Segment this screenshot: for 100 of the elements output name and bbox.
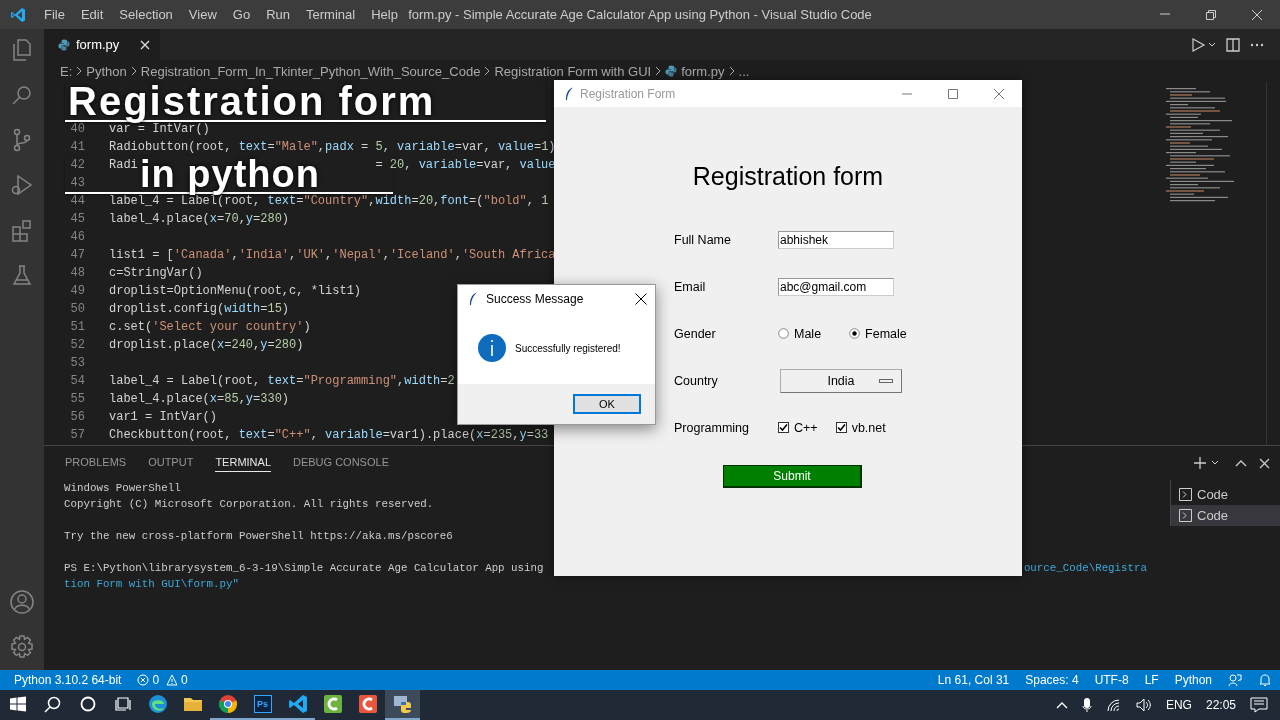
checkbox[interactable] [778, 422, 789, 433]
menu-item[interactable]: Selection [111, 0, 181, 29]
terminal-text: tion Form with GUI\form.py" [64, 577, 239, 592]
menu-item[interactable]: Go [224, 0, 259, 29]
menu-item[interactable]: Help [363, 0, 406, 29]
start-icon[interactable] [8, 696, 27, 712]
ok-button[interactable]: OK [573, 394, 641, 414]
search-icon[interactable] [44, 695, 61, 713]
run-debug-icon[interactable] [10, 173, 34, 197]
submit-button[interactable]: Submit [723, 465, 862, 488]
status-item[interactable]: Spaces: 4 [1025, 673, 1079, 687]
browser-icon[interactable] [217, 694, 238, 714]
breadcrumb-item[interactable]: ... [738, 63, 750, 79]
code-line: droplist.config(width=15) [109, 301, 290, 318]
field-label: Gender [674, 326, 717, 341]
warning-count[interactable]: 0 [181, 673, 188, 687]
feather-icon [564, 86, 574, 101]
line-number: 46 [69, 229, 86, 246]
python-app-icon[interactable] [392, 694, 413, 714]
network-icon[interactable] [1105, 698, 1122, 712]
checkbox[interactable] [835, 422, 847, 433]
menu-item[interactable]: View [180, 0, 225, 29]
text-field[interactable]: abc@gmail.com [778, 277, 894, 296]
breadcrumb-item[interactable]: Python [86, 63, 127, 79]
folder-icon[interactable] [182, 695, 203, 713]
breadcrumb-item[interactable]: Registration_Form_In_Tkinter_Python_With_Source_Code [140, 63, 481, 79]
code-editor-icon[interactable] [287, 694, 308, 714]
menu-item[interactable]: Edit [72, 0, 112, 29]
info-icon [478, 334, 506, 362]
panel-tab[interactable]: DEBUG CONSOLE [293, 446, 389, 472]
extensions-icon[interactable] [10, 218, 34, 242]
line-number: 51 [69, 319, 86, 336]
status-item[interactable]: UTF-8 [1094, 673, 1129, 687]
panel-tab[interactable]: OUTPUT [148, 446, 194, 472]
status-item[interactable]: Python [1174, 673, 1212, 687]
terminal-icon [1179, 509, 1192, 522]
python-file-icon [665, 65, 678, 77]
line-number: 42 [69, 157, 86, 174]
settings-icon[interactable] [9, 634, 35, 660]
browser-icon[interactable] [147, 694, 168, 714]
app-icon[interactable] [357, 694, 378, 714]
code-line: Checkbutton(root, text="C++", variable=var1).place(x=235,y=33 [109, 427, 549, 444]
option-label[interactable]: C++ [794, 420, 818, 435]
chevron-down-icon[interactable] [1208, 41, 1216, 48]
line-number: 55 [69, 391, 86, 408]
breadcrumb-item[interactable]: form.py [681, 63, 725, 79]
notification-bell-icon[interactable] [1258, 673, 1272, 687]
task-view-icon[interactable] [114, 696, 131, 712]
run-icon[interactable] [1190, 36, 1206, 53]
cortana-icon[interactable] [79, 696, 96, 712]
option-label[interactable]: Female [865, 326, 907, 341]
country-dropdown[interactable]: India [780, 368, 902, 393]
code-line: label_4 = Label(root, text="Programming",width=2 [109, 373, 455, 390]
menu-item[interactable]: File [36, 0, 73, 29]
chevron-down-icon[interactable] [1211, 460, 1219, 466]
microphone-icon[interactable] [1081, 697, 1092, 713]
terminal-icon [1179, 488, 1192, 501]
more-icon[interactable] [1250, 42, 1264, 47]
terminal-session[interactable]: Code [1171, 505, 1280, 526]
interpreter-status[interactable]: Python 3.10.2 64-bit [14, 673, 122, 687]
text-field[interactable]: abhishek [778, 230, 894, 249]
maximize-panel-icon[interactable] [1235, 459, 1247, 467]
terminal-session[interactable]: Code [1171, 484, 1280, 505]
account-icon[interactable] [9, 589, 35, 615]
files-icon[interactable] [10, 38, 34, 62]
radio-button[interactable] [778, 328, 789, 339]
clock[interactable]: 22:05 [1205, 698, 1236, 712]
line-number: 48 [69, 265, 86, 282]
input-language[interactable]: ENG [1165, 698, 1192, 712]
app-icon[interactable] [322, 694, 343, 714]
editor-tab[interactable]: form.py [44, 29, 160, 60]
add-icon[interactable] [1193, 456, 1207, 470]
line-number: 40 [69, 122, 85, 138]
status-item[interactable]: LF [1144, 673, 1159, 687]
menu-item[interactable]: Terminal [298, 0, 364, 29]
notification-icon[interactable] [1250, 697, 1268, 713]
code-line: var = IntVar() [109, 122, 210, 138]
error-count[interactable]: 0 [152, 673, 160, 687]
menu-item[interactable]: Run [258, 0, 298, 29]
restore-icon[interactable] [1205, 8, 1217, 21]
terminal-text: Try the new cross-platform PowerShell https://aka.ms/pscore6 [64, 529, 453, 544]
feather-icon [468, 291, 478, 306]
feedback-icon[interactable] [1228, 673, 1242, 687]
volume-icon[interactable] [1135, 698, 1152, 712]
flask-icon[interactable] [10, 263, 34, 287]
close-icon[interactable] [635, 292, 647, 305]
photoshop-icon[interactable]: Ps [253, 695, 272, 713]
status-item[interactable]: Ln 61, Col 31 [937, 673, 1010, 687]
chevron-up-icon[interactable] [1055, 701, 1068, 709]
radio-button[interactable] [849, 328, 861, 339]
breadcrumb-item[interactable]: E: [60, 63, 73, 79]
panel-tab[interactable]: TERMINAL [215, 446, 271, 472]
code-line: var1 = IntVar() [109, 409, 218, 426]
maximize-icon[interactable] [948, 88, 958, 99]
panel-tab[interactable]: PROBLEMS [65, 446, 127, 472]
breadcrumb-item[interactable]: Registration Form with GUI [494, 63, 652, 79]
option-label[interactable]: Male [794, 326, 822, 341]
split-editor-icon[interactable] [1226, 37, 1240, 52]
terminal-text: Windows PowerShell [64, 481, 181, 496]
option-label[interactable]: vb.net [851, 420, 886, 435]
